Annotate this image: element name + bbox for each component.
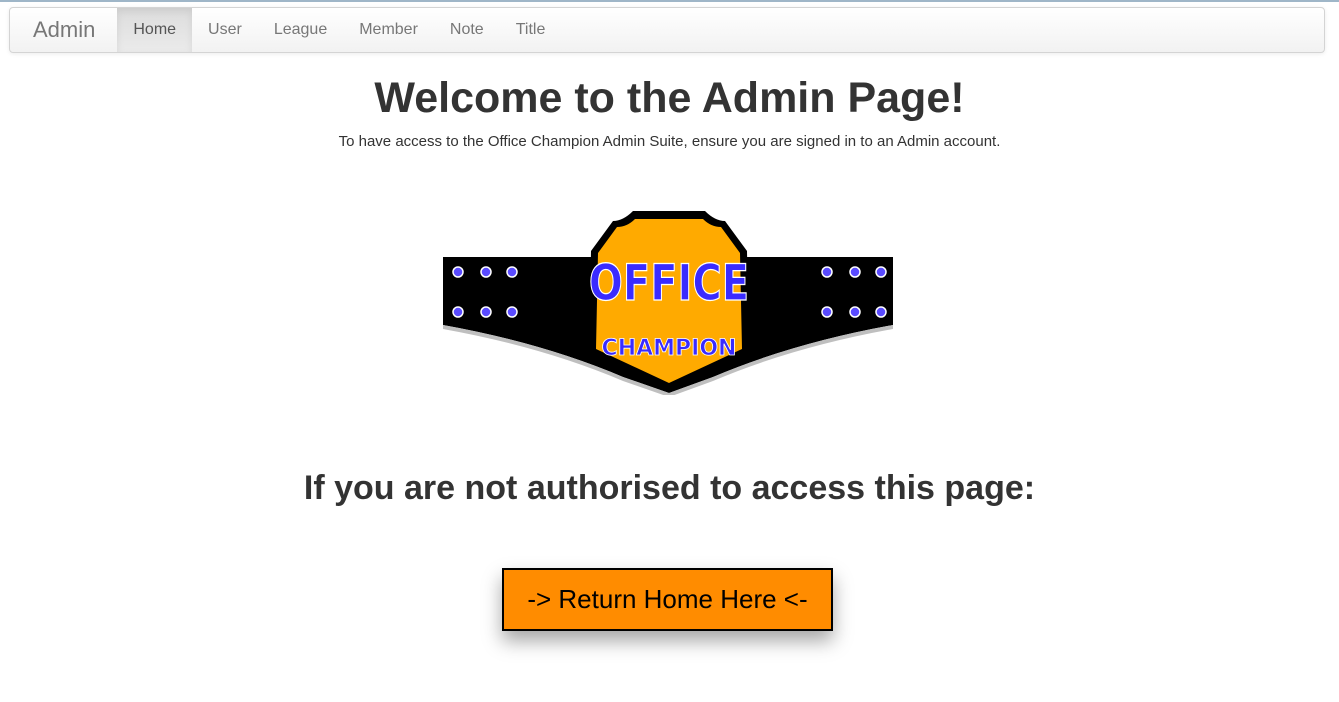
nav-item-title[interactable]: Title: [500, 8, 562, 52]
nav-item-note[interactable]: Note: [434, 8, 500, 52]
window-top-border: [0, 0, 1339, 2]
nav-item-league[interactable]: League: [258, 8, 343, 52]
unauthorised-heading: If you are not authorised to access this…: [303, 469, 1036, 507]
navbar-brand[interactable]: Admin: [10, 8, 117, 52]
page-title: Welcome to the Admin Page!: [374, 74, 965, 122]
belt-text-champion: CHAMPION: [602, 336, 737, 361]
office-champion-belt-logo: OFFICE CHAMPION: [443, 211, 893, 395]
nav-item-home[interactable]: Home: [117, 8, 193, 52]
nav-item-user[interactable]: User: [192, 8, 258, 52]
nav-item-member[interactable]: Member: [343, 8, 434, 52]
belt-text-office: OFFICE: [589, 254, 749, 313]
page-subtitle: To have access to the Office Champion Ad…: [338, 133, 1001, 150]
return-home-button[interactable]: -> Return Home Here <-: [502, 568, 833, 631]
navbar: Admin Home User League Member Note Title: [9, 7, 1325, 53]
